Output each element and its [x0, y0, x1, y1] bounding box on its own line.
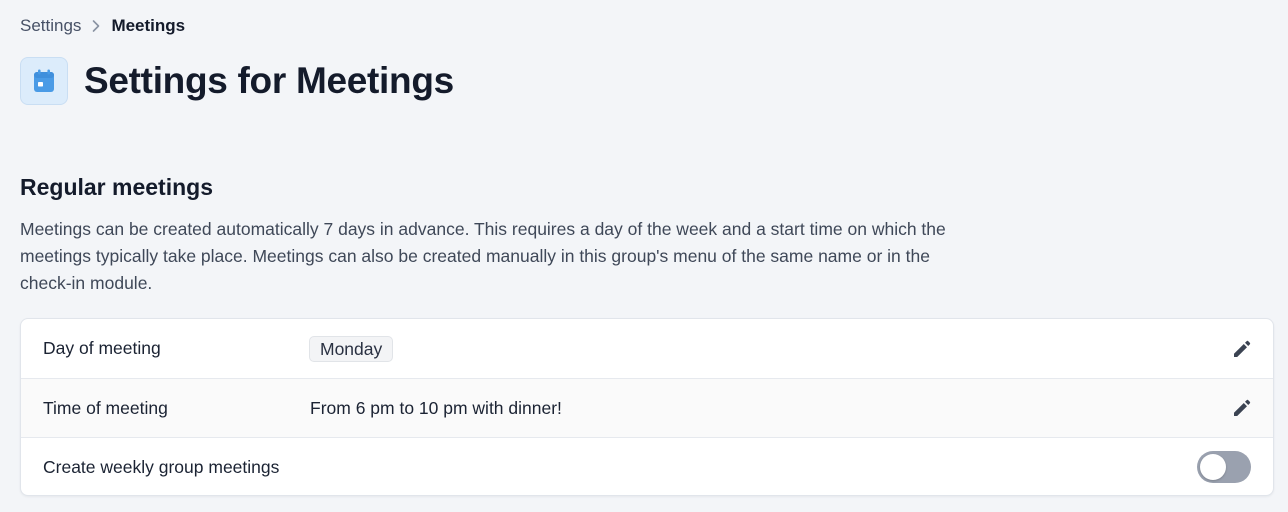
- settings-card: Day of meeting Monday Time of meeting Fr…: [20, 318, 1274, 496]
- setting-row-time: Time of meeting From 6 pm to 10 pm with …: [21, 378, 1273, 437]
- breadcrumb-current: Meetings: [111, 16, 186, 35]
- setting-row-day: Day of meeting Monday: [21, 319, 1273, 378]
- toggle-knob: [1200, 454, 1226, 480]
- breadcrumb: Settings Meetings: [20, 15, 185, 37]
- time-value: From 6 pm to 10 pm with dinner!: [310, 397, 562, 418]
- setting-label: Day of meeting: [43, 338, 161, 358]
- chevron-right-icon: [89, 19, 103, 33]
- day-value-chip: Monday: [309, 335, 394, 362]
- pencil-icon[interactable]: [1229, 395, 1255, 421]
- setting-label: Time of meeting: [43, 397, 168, 418]
- setting-row-weekly: Create weekly group meetings: [21, 437, 1273, 495]
- calendar-icon: [20, 57, 68, 105]
- page-title: Settings for Meetings: [84, 60, 454, 101]
- section-title: Regular meetings: [20, 174, 213, 200]
- page-header: Settings for Meetings: [20, 57, 454, 105]
- pencil-icon[interactable]: [1229, 336, 1255, 362]
- setting-label: Create weekly group meetings: [43, 456, 280, 477]
- breadcrumb-settings-link[interactable]: Settings: [20, 15, 81, 37]
- section-description: Meetings can be created automatically 7 …: [20, 219, 946, 293]
- weekly-meetings-toggle[interactable]: [1197, 451, 1251, 483]
